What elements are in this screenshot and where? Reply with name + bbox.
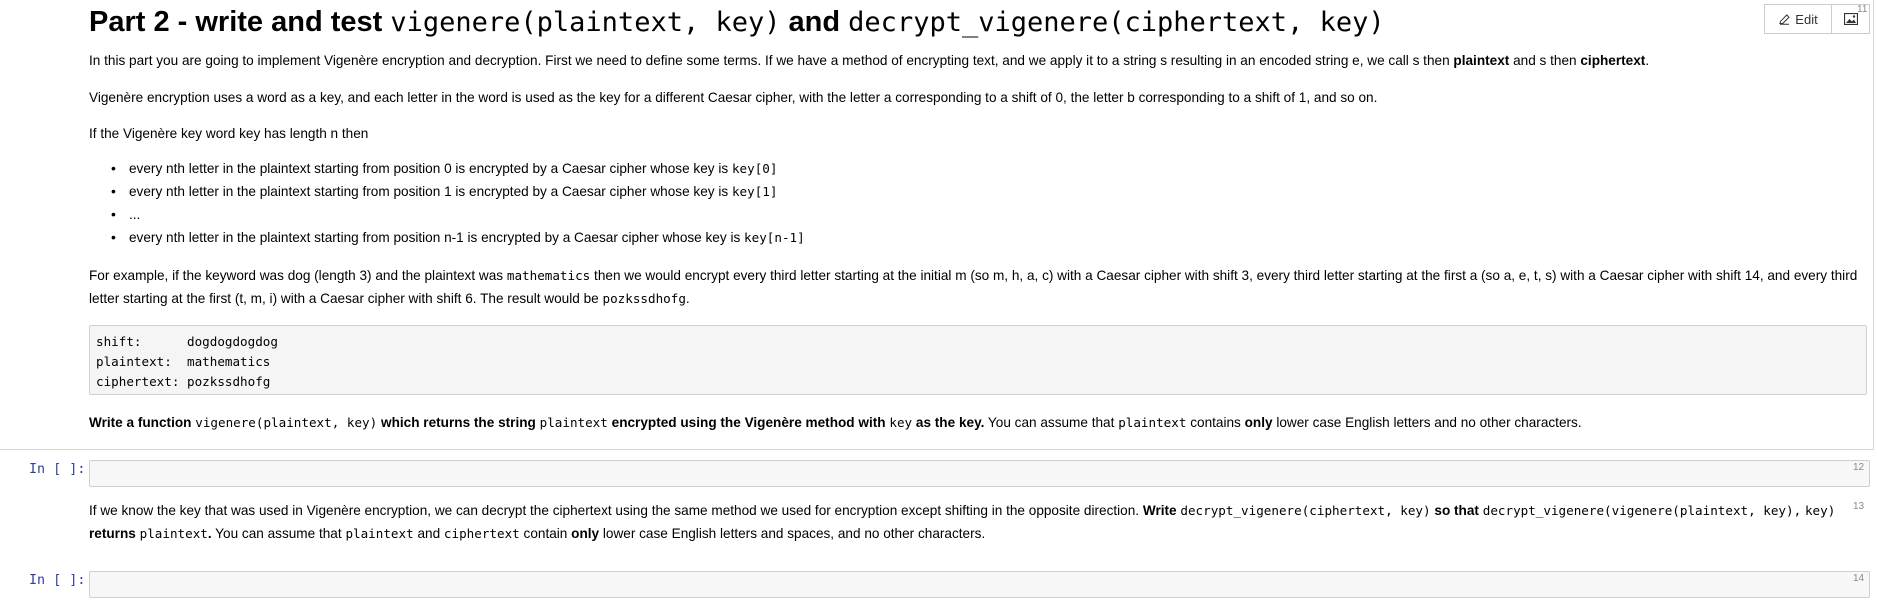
list-item: every nth letter in the plaintext starti… bbox=[111, 226, 805, 249]
list-item: every nth letter in the plaintext starti… bbox=[111, 180, 805, 203]
input-prompt: In [ ]: bbox=[29, 462, 86, 477]
edit-button[interactable]: Edit bbox=[1764, 4, 1832, 34]
cell-number: 13 bbox=[1853, 501, 1865, 512]
edit-label: Edit bbox=[1795, 11, 1818, 27]
image-icon bbox=[1843, 13, 1858, 25]
decrypt-paragraph: If we know the key that was used in Vige… bbox=[89, 503, 1836, 541]
shift-rule-list: every nth letter in the plaintext starti… bbox=[89, 157, 805, 249]
list-item: every nth letter in the plaintext starti… bbox=[111, 157, 805, 180]
cell-number: 11 bbox=[1857, 4, 1868, 15]
vigenere-description: Vigenère encryption uses a word as a key… bbox=[89, 90, 1378, 105]
cell-number: 12 bbox=[1853, 462, 1865, 473]
code-input-area[interactable] bbox=[89, 571, 1870, 598]
pencil-icon bbox=[1779, 13, 1791, 25]
example-paragraph: For example, if the keyword was dog (len… bbox=[89, 268, 1858, 306]
intro-paragraph: In this part you are going to implement … bbox=[89, 53, 1650, 68]
cell-number: 14 bbox=[1853, 573, 1865, 584]
page-title: Part 2 - write and test vigenere(plainte… bbox=[89, 6, 1385, 38]
task-paragraph: Write a function vigenere(plaintext, key… bbox=[89, 415, 1582, 430]
input-prompt: In [ ]: bbox=[29, 573, 86, 588]
example-code-block: shift: dogdogdogdog plaintext: mathemati… bbox=[89, 325, 1867, 395]
code-input-area[interactable] bbox=[89, 460, 1870, 487]
markdown-cell-decrypt[interactable]: If we know the key that was used in Vige… bbox=[89, 499, 1870, 545]
key-length-paragraph: If the Vigenère key word key has length … bbox=[89, 126, 369, 141]
list-item: ... bbox=[111, 203, 805, 226]
markdown-cell-part2[interactable]: Part 2 - write and test vigenere(plainte… bbox=[0, 0, 1874, 450]
